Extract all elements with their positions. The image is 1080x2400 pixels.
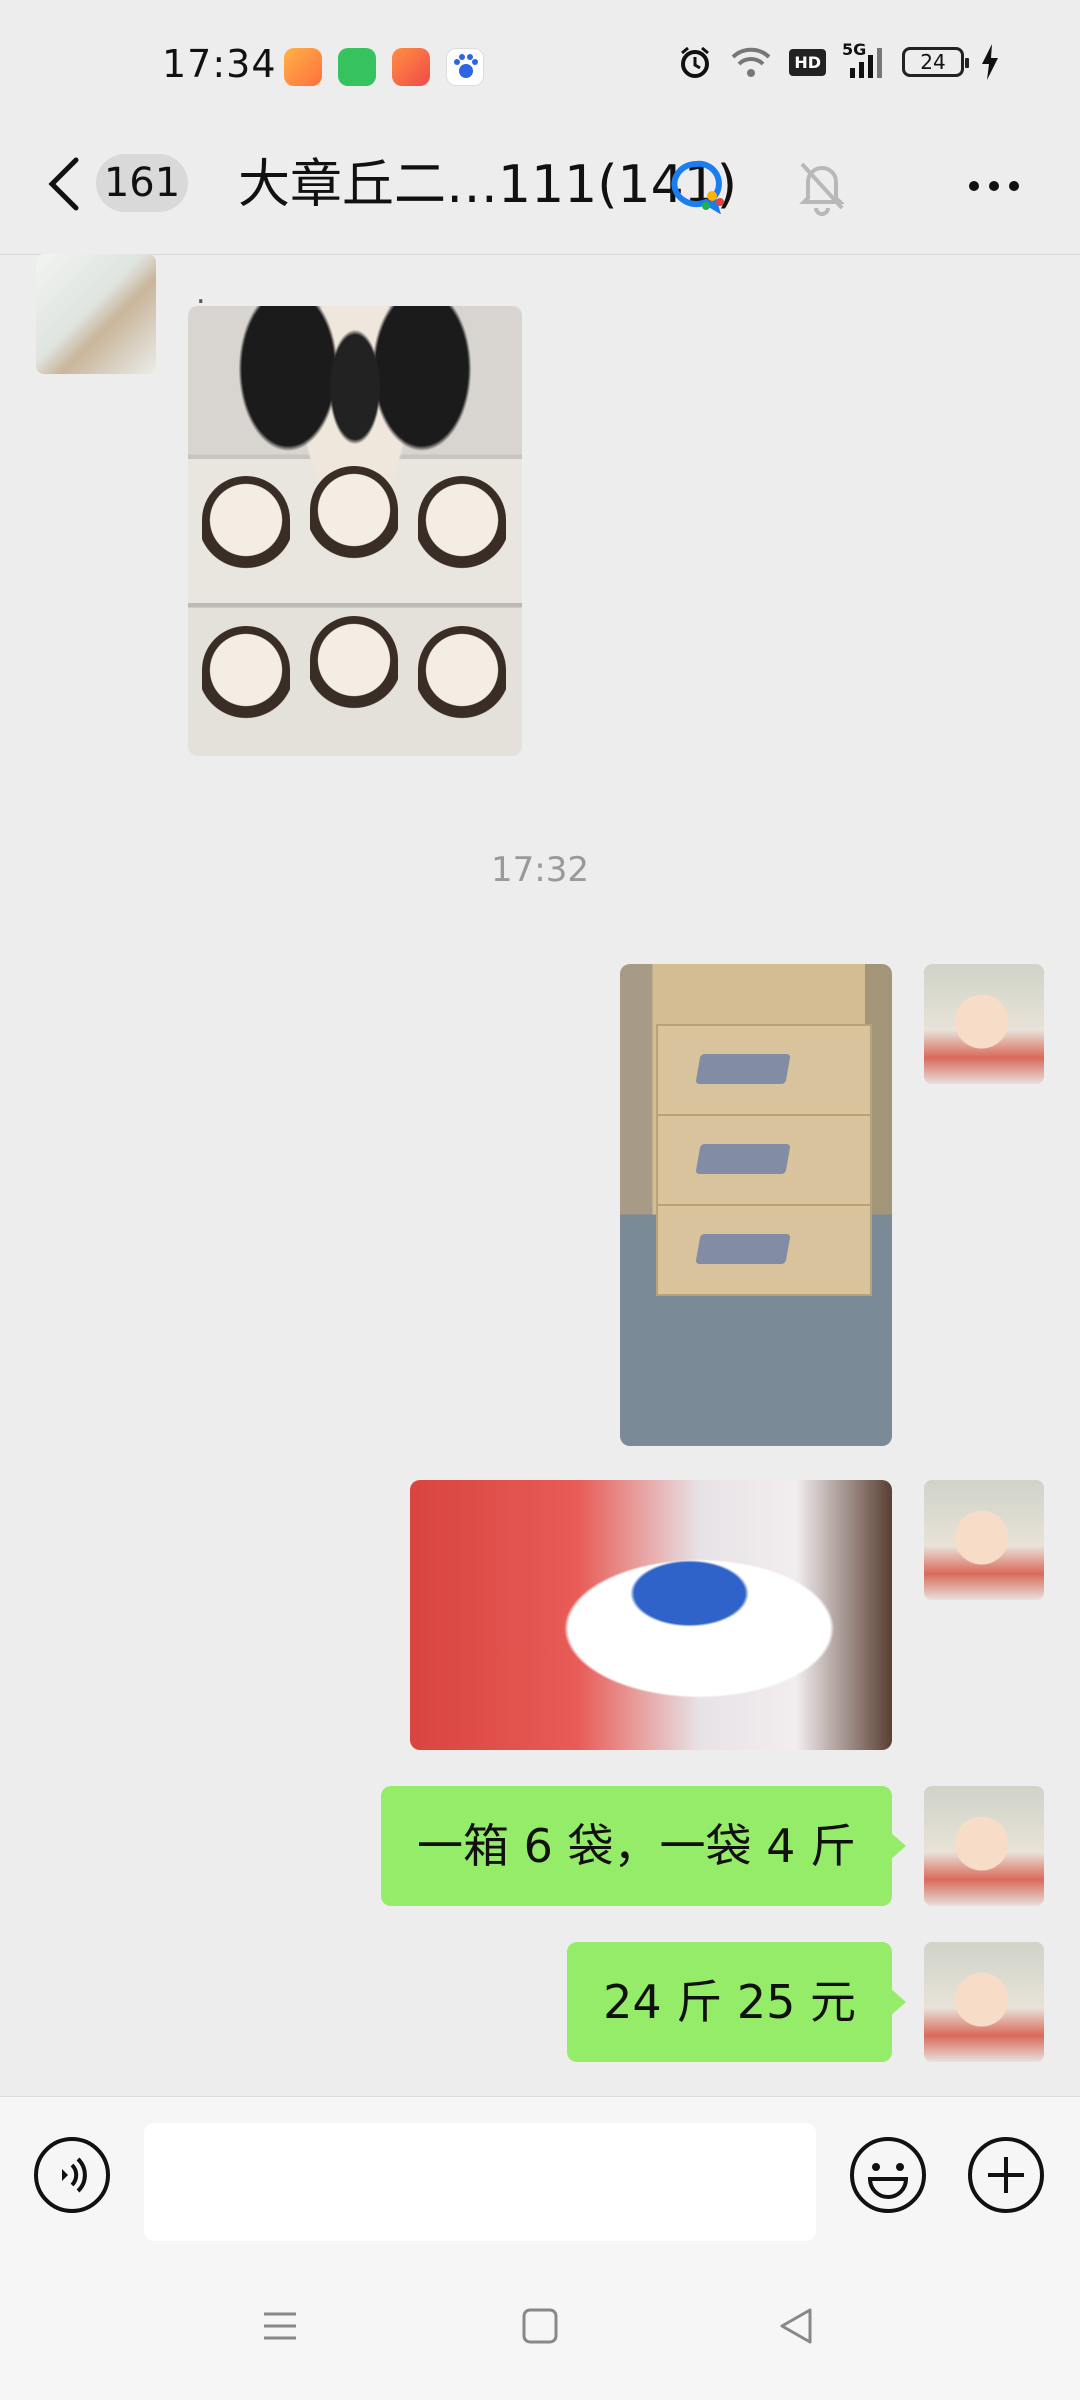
box	[656, 1204, 872, 1296]
battery-level: 24	[920, 50, 946, 74]
mute-bell-icon[interactable]	[794, 156, 850, 216]
menu-icon[interactable]	[250, 2296, 310, 2356]
message-bubble[interactable]: 24 斤 25 元	[567, 1942, 906, 2062]
more-icon[interactable]	[964, 166, 1024, 206]
alarm-icon	[681, 46, 710, 78]
home-icon[interactable]	[510, 2296, 570, 2356]
plus-icon[interactable]	[966, 2135, 1046, 2215]
wifi-icon	[731, 47, 771, 77]
my-avatar[interactable]	[924, 1942, 1044, 2062]
box	[656, 1114, 872, 1206]
puppies-photo[interactable]	[188, 306, 522, 756]
my-avatar[interactable]	[924, 1480, 1044, 1600]
input-bar	[0, 2096, 1080, 2253]
chat-title[interactable]: 大章丘二…111(141)	[238, 150, 737, 220]
boxes-photo[interactable]	[620, 964, 892, 1446]
chat-header: 161 大章丘二…111(141)	[0, 130, 1080, 255]
video-app-icon	[284, 48, 322, 86]
charging-icon	[982, 44, 998, 80]
puppy	[418, 476, 506, 586]
battery-icon: 24	[902, 47, 969, 77]
puppy	[310, 466, 398, 576]
sender-avatar[interactable]	[36, 254, 156, 374]
puppy	[202, 626, 290, 736]
status-app-icons	[284, 48, 484, 86]
puppy	[418, 626, 506, 736]
signal-icon: 5G	[842, 40, 886, 80]
unread-count-badge[interactable]: 161	[96, 154, 188, 212]
shopping-app-icon	[392, 48, 430, 86]
chat-area[interactable]: . 17:32 一箱 6 袋，一袋 4 斤 24 斤 25 元	[0, 254, 1080, 2096]
voice-icon[interactable]	[32, 2135, 112, 2215]
detergent-bag-photo[interactable]	[410, 1480, 892, 1750]
message-app-icon	[338, 48, 376, 86]
status-bar: 17:34 HD 5G 24	[0, 0, 1080, 130]
emoji-icon[interactable]	[848, 2135, 928, 2215]
back-icon[interactable]	[44, 154, 84, 214]
wecom-icon[interactable]	[668, 158, 728, 214]
baidu-icon	[446, 48, 484, 86]
message-input[interactable]	[144, 2123, 816, 2241]
puppy	[202, 476, 290, 586]
box	[656, 1024, 872, 1116]
puppy	[310, 616, 398, 726]
hd-icon: HD	[789, 48, 826, 76]
my-avatar[interactable]	[924, 1786, 1044, 1906]
back-triangle-icon[interactable]	[766, 2296, 826, 2356]
message-timestamp: 17:32	[491, 850, 589, 890]
my-avatar[interactable]	[924, 964, 1044, 1084]
status-right: HD 5G 24	[677, 40, 1000, 80]
status-time: 17:34	[162, 42, 277, 86]
system-nav-bar	[0, 2252, 1080, 2400]
message-bubble[interactable]: 一箱 6 袋，一袋 4 斤	[380, 1786, 907, 1906]
